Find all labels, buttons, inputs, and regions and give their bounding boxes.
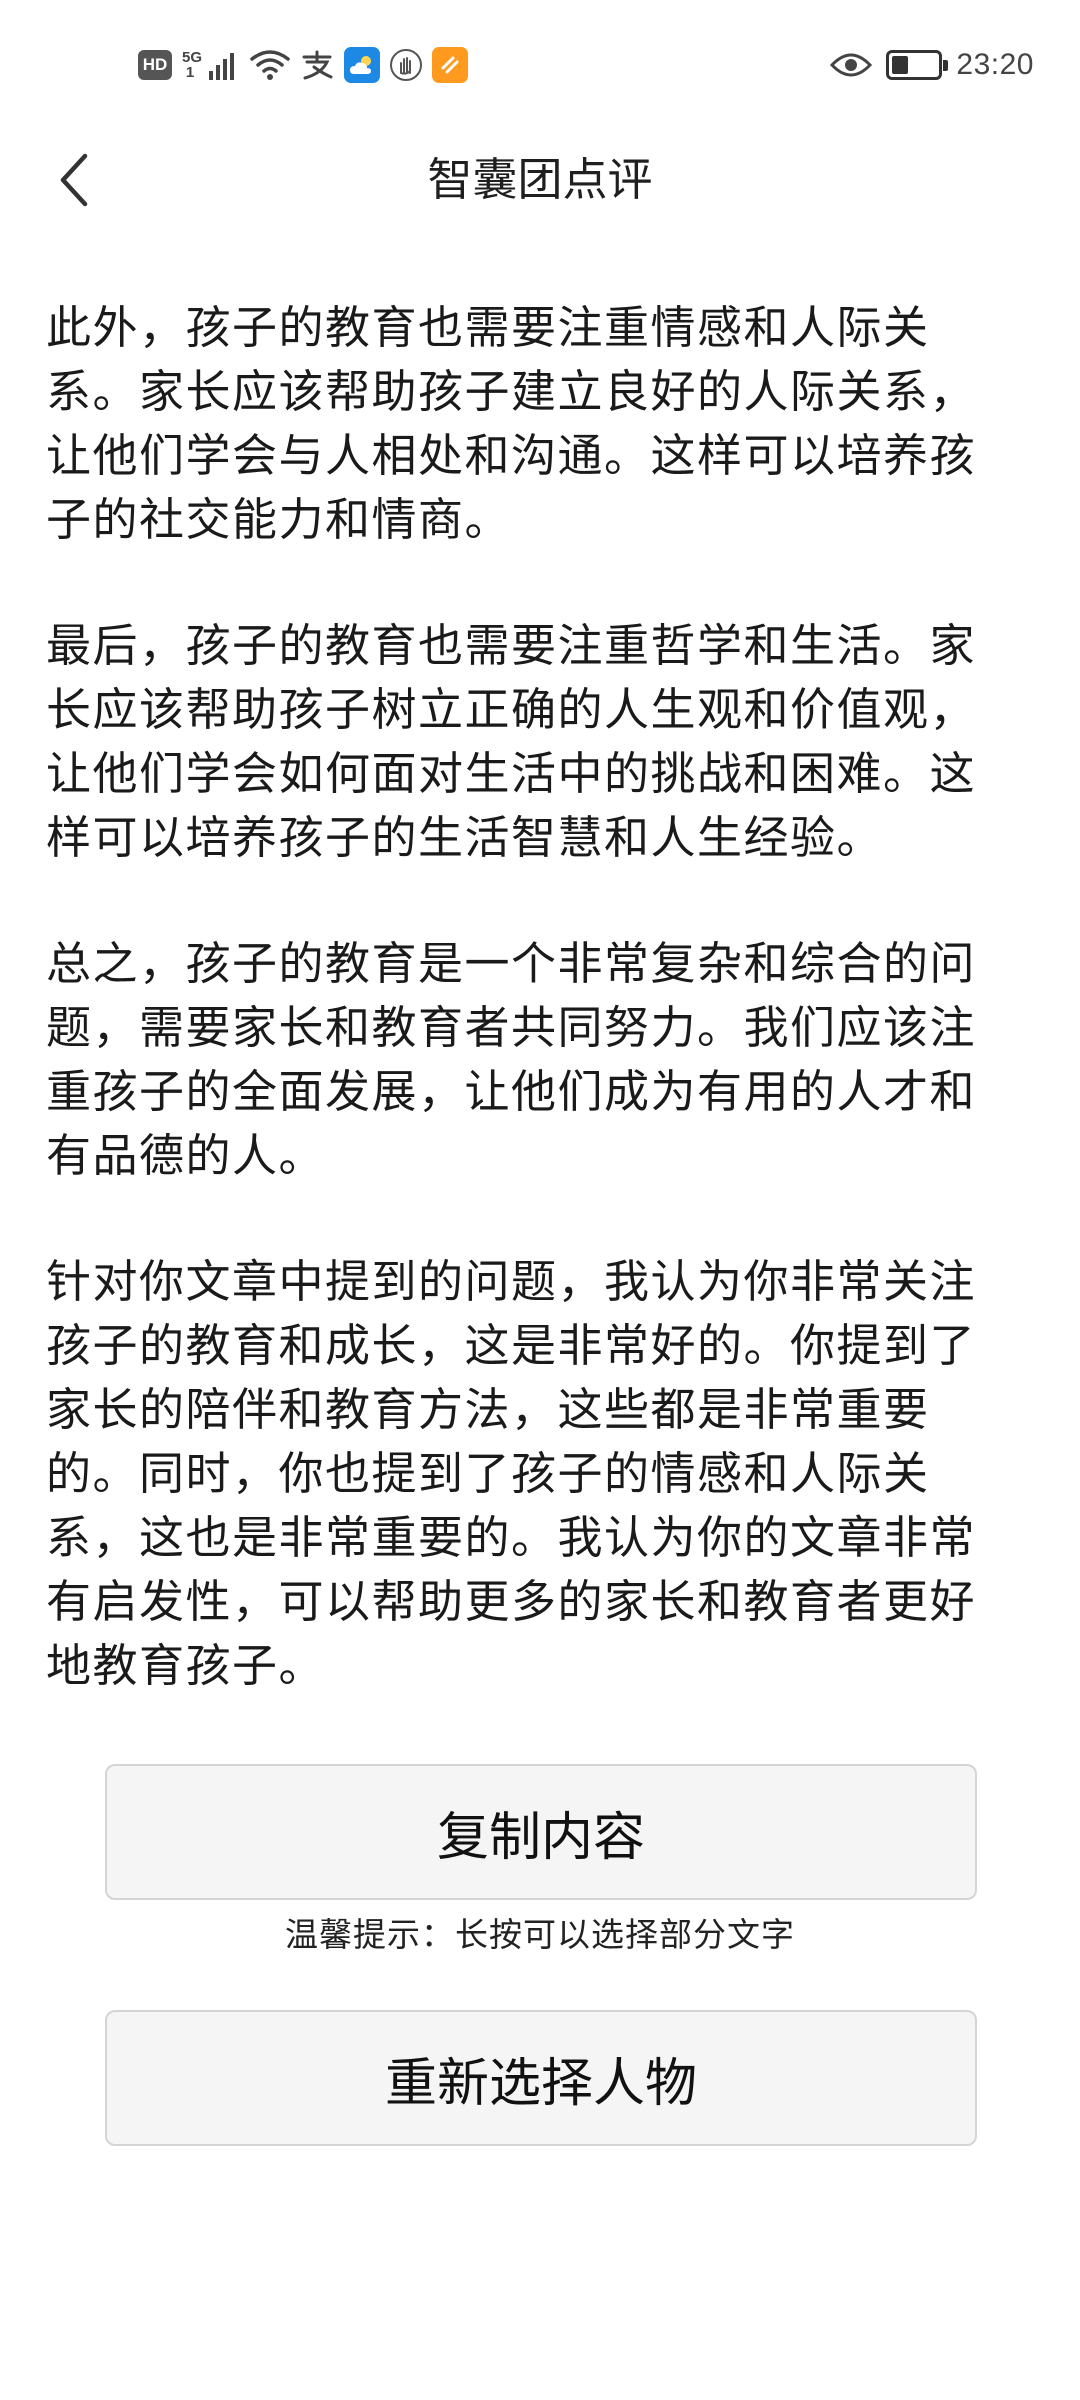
status-bar: HD 5G 1 23:20 xyxy=(0,0,1080,130)
eye-icon xyxy=(830,53,873,77)
review-content: 此外，孩子的教育也需要注重情感和人际关系。家长应该帮助孩子建立良好的人际关系，让… xyxy=(46,296,1016,1698)
battery-level-fill xyxy=(892,56,908,74)
hd-badge-icon: HD xyxy=(138,50,172,80)
alipay-icon xyxy=(302,50,333,80)
reselect-character-button[interactable]: 重新选择人物 xyxy=(105,2010,977,2146)
review-paragraph: 针对你文章中提到的问题，我认为你非常关注孩子的教育和成长，这是非常好的。你提到了… xyxy=(46,1255,977,1692)
copy-content-button[interactable]: 复制内容 xyxy=(105,1764,977,1900)
status-time: 23:20 xyxy=(956,48,1034,81)
review-paragraph: 此外，孩子的教育也需要注重情感和人际关系。家长应该帮助孩子建立良好的人际关系，让… xyxy=(46,301,977,546)
page-title: 智囊团点评 xyxy=(427,153,653,206)
review-paragraph: 最后，孩子的教育也需要注重哲学和生活。家长应该帮助孩子树立正确的人生观和价值观，… xyxy=(46,619,977,864)
app-header: 智囊团点评 xyxy=(0,130,1080,230)
status-left-group: HD 5G 1 xyxy=(138,44,468,86)
weather-app-icon xyxy=(344,47,380,83)
network-type-label: 5G xyxy=(182,49,203,66)
tip-text: 温馨提示：长按可以选择部分文字 xyxy=(285,1915,795,1954)
wifi-icon xyxy=(250,50,290,80)
battery-icon xyxy=(886,50,949,80)
signal-icon xyxy=(209,53,234,80)
hand-app-icon xyxy=(390,49,422,81)
status-right-group: 23:20 xyxy=(830,44,1034,86)
sim-slot-label: 1 xyxy=(185,64,195,81)
orange-app-icon xyxy=(432,47,468,83)
network-type-indicator: 5G 1 xyxy=(182,49,203,81)
review-paragraph: 总之，孩子的教育是一个非常复杂和综合的问题，需要家长和教育者共同努力。我们应该注… xyxy=(46,937,977,1182)
